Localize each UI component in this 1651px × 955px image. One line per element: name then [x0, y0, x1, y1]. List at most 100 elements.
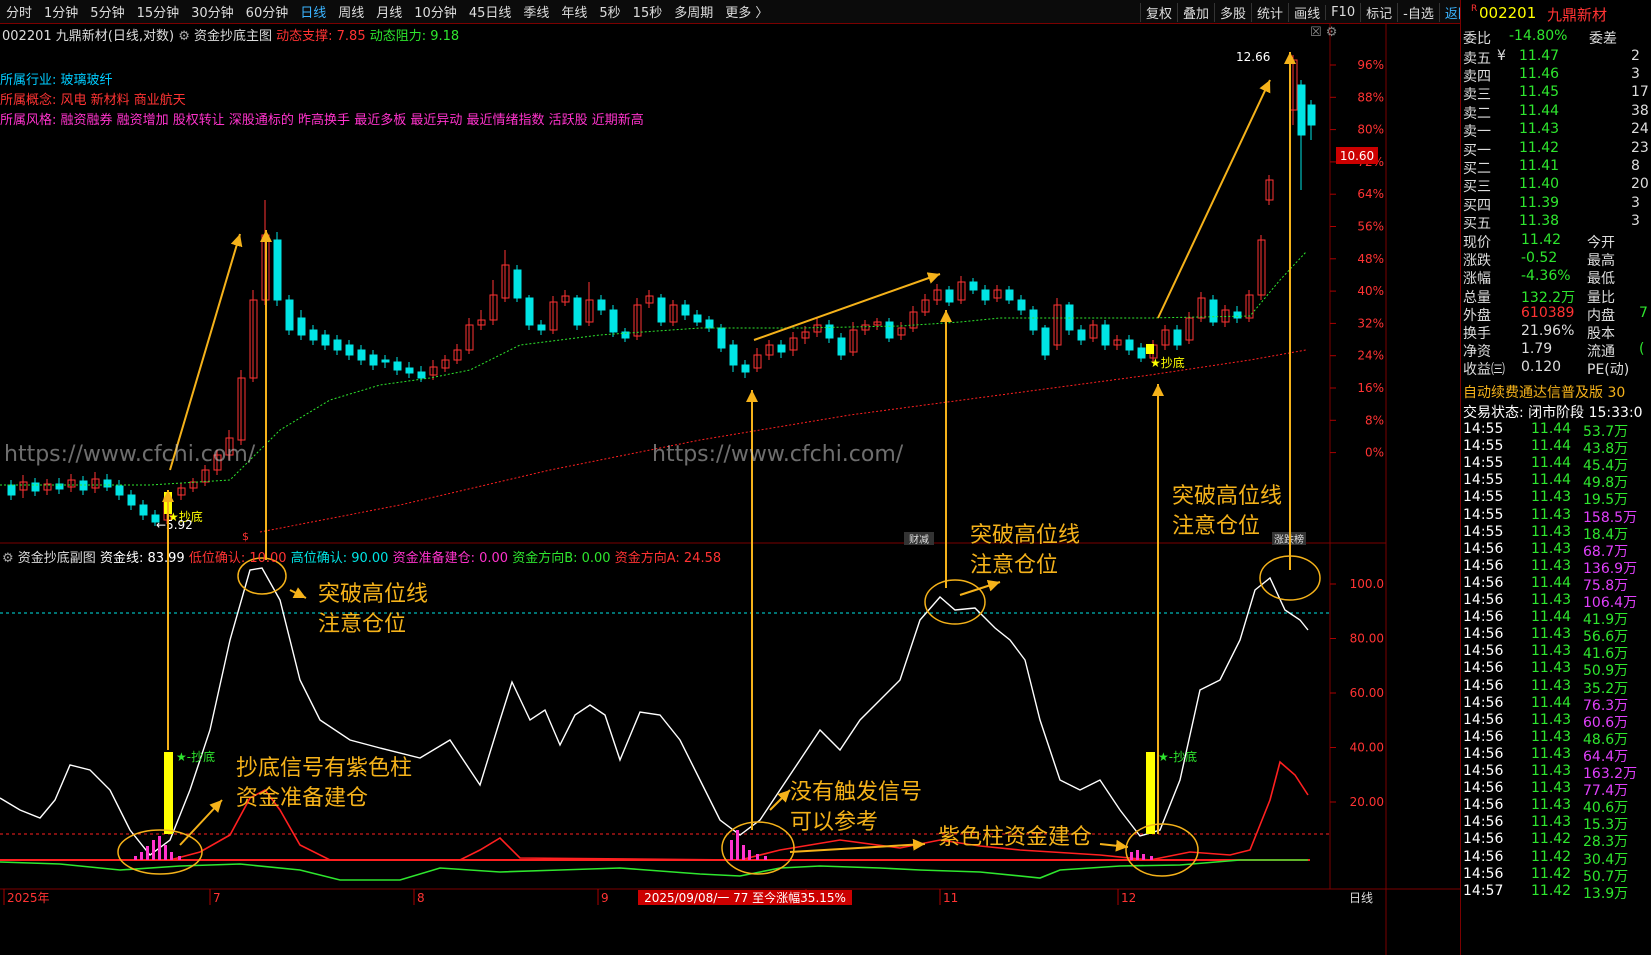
stat-row: 外盘 610389 内盘 7	[1463, 304, 1648, 324]
settings-icon[interactable]: ⚙	[2, 551, 14, 566]
x-axis-label: 2025年	[7, 891, 50, 905]
prep-value: 资金准备建仓: 0.00	[392, 551, 509, 566]
fund-line-value: 资金线: 83.99	[99, 551, 185, 566]
style-line: 所属风格: 融资融券 融资增加 股权转让 深股通标的 昨高换手 最近多板 最近异…	[0, 113, 644, 128]
purple-bar	[1136, 850, 1139, 860]
purple-bar	[134, 856, 137, 860]
sub-tick-label: 100.0	[1350, 577, 1384, 591]
candle-body	[525, 297, 534, 326]
pct-tick-label: 32%	[1357, 316, 1384, 330]
candle-body	[945, 289, 954, 303]
candle-body	[139, 504, 148, 516]
quote-panel: R 002201 九鼎新材 委比 -14.80% 委差 卖五 ¥11.47 2 卖四 11.46 3 卖…	[1460, 0, 1651, 955]
purple-bar	[730, 840, 733, 860]
candle-body	[417, 371, 426, 379]
candle-body	[31, 482, 40, 492]
pct-tick-label: 88%	[1357, 90, 1384, 104]
ma-line-red	[259, 349, 1307, 533]
candle-body	[127, 494, 136, 506]
annotation-breakout: 突破高位线 注意仓位	[970, 523, 1081, 578]
annotation-arrow	[959, 580, 1001, 596]
candle-body	[309, 329, 318, 341]
purple-bar	[140, 852, 143, 860]
candle-body	[1041, 327, 1050, 356]
stock-header: R 002201 九鼎新材	[1471, 4, 1608, 24]
purple-bar	[736, 830, 739, 860]
watermark: https://www.cfchi.com/	[652, 442, 904, 467]
fund-line	[0, 567, 1309, 856]
purple-bar	[170, 852, 173, 860]
buy-signal-bar	[1146, 344, 1154, 354]
watermark: https://www.cfchi.com/	[4, 442, 256, 467]
candle-body	[777, 344, 786, 353]
close-icon[interactable]: ☒	[1310, 25, 1322, 40]
annotation-arrow	[1099, 839, 1129, 852]
candle-body	[837, 337, 846, 356]
dirB-value: 资金方向B: 0.00	[512, 551, 611, 566]
stat-row: 净资 1.79 流通(	[1463, 341, 1645, 361]
settings-icon[interactable]: ⚙	[1326, 25, 1338, 40]
candle-body	[657, 297, 666, 323]
bid-row: 买三 11.40 20	[1463, 176, 1649, 196]
pct-tick-label: 8%	[1365, 413, 1384, 427]
buy-signal-bar	[164, 752, 173, 834]
bid-row: 买二 11.41 8	[1463, 158, 1640, 178]
stat-row: 总量 132.2万 量比	[1463, 289, 1615, 306]
pct-tick-label: 56%	[1357, 220, 1384, 234]
candle-body	[969, 281, 978, 291]
x-axis-label: 12	[1121, 891, 1136, 905]
candle-body	[1233, 311, 1242, 319]
x-axis-label: 11	[943, 891, 958, 905]
high-confirm-value: 高位确认: 90.00	[290, 551, 389, 566]
candle-body	[513, 269, 522, 299]
sub-indicator-name[interactable]: 资金抄底副图	[18, 551, 96, 566]
period-label: 日线	[1349, 891, 1373, 905]
chart-title: 002201 九鼎新材(日线,对数) ⚙ 资金抄底主图 动态支撑: 7.85 动…	[2, 25, 459, 44]
pct-tick-label: 48%	[1357, 252, 1384, 266]
candle-body	[693, 314, 702, 323]
buy-signal-bar	[1146, 752, 1155, 834]
candle-body	[1307, 104, 1316, 126]
purple-bar	[764, 856, 767, 860]
candle-body	[537, 324, 546, 331]
pct-tick-label: 16%	[1357, 381, 1384, 395]
buy-signal-label: ★抄底	[1150, 355, 1185, 370]
indicator-name[interactable]: 资金抄底主图	[194, 29, 272, 44]
purple-bar	[146, 846, 149, 860]
candle-body	[297, 317, 306, 336]
x-axis-label: 9	[601, 891, 609, 905]
purple-bar	[1130, 852, 1133, 860]
candle-body	[1209, 299, 1218, 323]
stat-row: 涨幅 -4.36% 最低	[1463, 268, 1615, 288]
stat-row: 换手 21.96% 股本	[1463, 323, 1615, 342]
candle-body	[741, 364, 750, 373]
ask-row: 卖四 11.46 3	[1463, 66, 1640, 86]
ask-row: 卖二 11.44 38	[1463, 102, 1649, 122]
weibi-row: 委比 -14.80% 委差	[1463, 28, 1617, 47]
kline-chart[interactable]: 96%88%80%72%64%56%48%40%32%24%16%8%0%★抄底…	[0, 0, 1460, 955]
ask-row: 卖三 11.45 17	[1463, 84, 1649, 104]
candle-body	[1005, 289, 1014, 301]
window-controls[interactable]: ☒ ⚙	[1310, 25, 1337, 40]
date-highlight-label: 2025/09/08/一 77 至今涨幅35.15%	[644, 890, 846, 905]
pct-tick-label: 80%	[1357, 123, 1384, 137]
pct-tick-label: 64%	[1357, 187, 1384, 201]
bid-row: 买四 11.39 3	[1463, 194, 1640, 214]
industry-line: 所属行业: 玻璃玻纤	[0, 73, 113, 88]
candle-body	[285, 299, 294, 331]
annotation-breakout: 突破高位线 注意仓位	[1172, 484, 1283, 539]
settings-icon[interactable]: ⚙	[178, 29, 190, 44]
candle-body	[1297, 84, 1306, 136]
annotation-arrow	[289, 587, 307, 599]
annotation-no-signal: 没有触发信号 可以参考	[790, 780, 923, 835]
ad-banner: 自动续费通达信普及版 30	[1463, 385, 1626, 401]
stat-row: 涨跌 -0.52 最高	[1463, 250, 1615, 270]
purple-bar	[742, 845, 745, 860]
candle-body	[717, 327, 726, 349]
annotation-arrow	[753, 272, 941, 341]
candle-body	[1173, 329, 1182, 346]
candle-body	[103, 479, 112, 488]
candle-body	[357, 349, 366, 361]
purple-bar	[152, 840, 155, 860]
dirA-value: 资金方向A: 24.58	[614, 551, 722, 566]
